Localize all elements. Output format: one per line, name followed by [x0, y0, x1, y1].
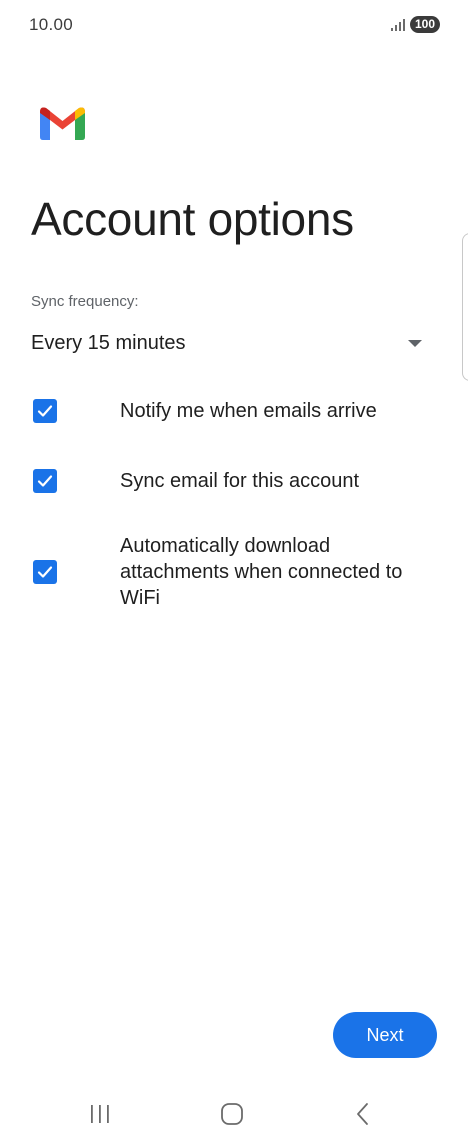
download-attachments-checkbox[interactable] — [33, 560, 57, 584]
signal-icon — [390, 18, 405, 31]
notify-checkbox[interactable] — [33, 399, 57, 423]
sync-frequency-dropdown[interactable]: Every 15 minutes — [31, 328, 426, 360]
option-label: Automatically download attachments when … — [120, 535, 403, 609]
home-icon — [221, 1103, 243, 1125]
gmail-logo-icon — [40, 107, 85, 140]
system-nav-bar — [0, 1086, 468, 1144]
next-button[interactable]: Next — [333, 1012, 437, 1058]
sync-email-checkbox[interactable] — [33, 469, 57, 493]
sync-frequency-label: Sync frequency: — [31, 293, 139, 310]
status-indicators: 100 — [390, 16, 440, 33]
option-sync-email[interactable]: Sync email for this account — [31, 465, 431, 497]
back-button[interactable] — [343, 1098, 383, 1130]
option-label: Notify me when emails arrive — [120, 400, 377, 422]
back-icon — [357, 1103, 368, 1125]
battery-badge: 100 — [409, 16, 440, 33]
checkmark-icon — [37, 566, 53, 578]
status-bar: 10.00 100 — [0, 0, 468, 50]
option-download-attachments[interactable]: Automatically download attachments when … — [31, 532, 431, 612]
recent-apps-button[interactable] — [80, 1098, 120, 1130]
checkmark-icon — [37, 475, 53, 487]
sync-frequency-value: Every 15 minutes — [31, 332, 186, 354]
home-button[interactable] — [212, 1098, 252, 1130]
option-label: Sync email for this account — [120, 470, 359, 492]
recent-apps-icon — [91, 1105, 109, 1123]
page-title: Account options — [31, 193, 354, 245]
dropdown-arrow-icon — [408, 340, 422, 347]
status-time: 10.00 — [29, 15, 74, 34]
edge-panel-handle[interactable] — [462, 233, 468, 381]
option-notify-emails[interactable]: Notify me when emails arrive — [31, 395, 431, 427]
checkmark-icon — [37, 405, 53, 417]
